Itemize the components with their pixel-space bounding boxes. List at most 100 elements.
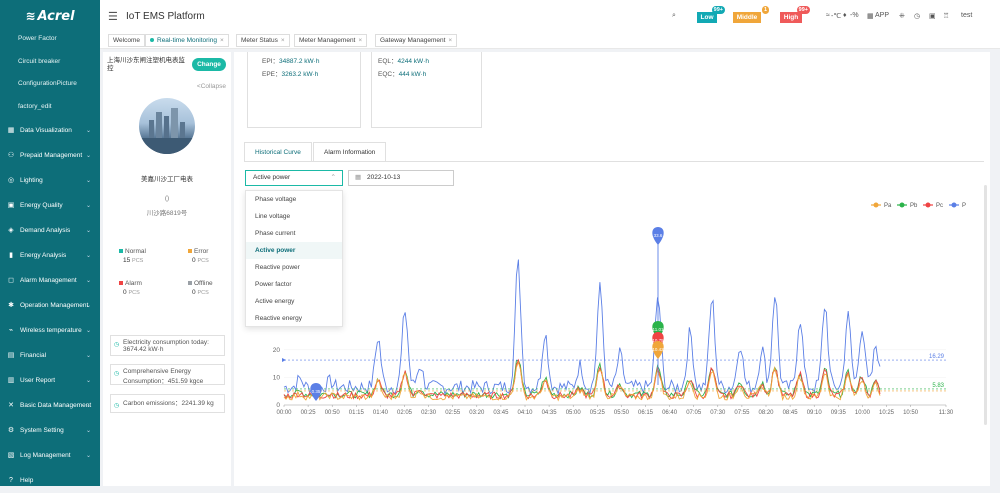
sidebar-item-help[interactable]: ? Help bbox=[0, 468, 100, 493]
scrollbar[interactable] bbox=[984, 185, 987, 425]
sidebar-item-financial[interactable]: ▤ Financial ⌄ bbox=[0, 343, 100, 368]
alarm-badge-middle-label: Middle bbox=[736, 14, 758, 21]
status-dot-icon bbox=[188, 281, 192, 286]
sidebar-item-icon: ✱ bbox=[8, 301, 14, 309]
tab-close-icon[interactable]: × bbox=[220, 37, 224, 44]
status-dot-icon bbox=[119, 281, 123, 286]
chevron-down-icon: ⌄ bbox=[85, 278, 91, 284]
tab-gateway-management[interactable]: Gateway Management × bbox=[375, 34, 458, 47]
company-phone: () bbox=[164, 195, 170, 202]
alarm-badge-low[interactable]: Low 99+ bbox=[697, 6, 725, 23]
tab-meter-management[interactable]: Meter Management × bbox=[294, 34, 368, 47]
chevron-down-icon: ⌄ bbox=[85, 153, 91, 159]
alarm-badge-middle[interactable]: Middle 1 bbox=[733, 6, 769, 23]
leaf-icon: ◷ bbox=[114, 403, 120, 409]
date-picker[interactable]: ▦ 2022-10-13 bbox=[348, 170, 454, 186]
sidebar-item-icon: ◎ bbox=[7, 176, 15, 184]
sidebar-subitem[interactable]: ConfigurationPicture bbox=[0, 73, 100, 96]
page-title: IoT EMS Platform bbox=[126, 10, 205, 22]
energy-card-active: EPI：34887.2 kW·h EPE：3263.2 kW·h bbox=[247, 52, 361, 128]
tab-historical-curve[interactable]: Historical Curve bbox=[244, 142, 312, 162]
hamburger-menu-icon[interactable]: ☰ bbox=[108, 10, 118, 23]
collapse-link[interactable]: <Collapse bbox=[197, 83, 226, 90]
tab-welcome[interactable]: Welcome bbox=[108, 34, 145, 47]
sidebar-menu: ▦ Data Visualization ⌄ ⚇ Prepaid Management ⌄… bbox=[0, 118, 100, 493]
alarm-badge-low-count: 99+ bbox=[711, 6, 725, 14]
device-photo bbox=[139, 98, 195, 154]
sidebar-item-data-visualization[interactable]: ▦ Data Visualization ⌄ bbox=[0, 118, 100, 143]
sidebar-item-user-report[interactable]: ▥ User Report ⌄ bbox=[0, 368, 100, 393]
change-button[interactable]: Change bbox=[192, 58, 226, 71]
dropdown-option[interactable]: Power factor bbox=[246, 276, 342, 293]
dropdown-option[interactable]: Phase current bbox=[246, 225, 342, 242]
chevron-down-icon: ⌄ bbox=[85, 253, 91, 259]
dropdown-option[interactable]: Active energy bbox=[246, 293, 342, 310]
sidebar-item-icon: ◻ bbox=[8, 276, 14, 284]
sidebar-item-energy-analysis[interactable]: ▮ Energy Analysis ⌄ bbox=[0, 243, 100, 268]
dropdown-option[interactable]: Phase voltage bbox=[246, 191, 342, 208]
sidebar-item-basic-data-management[interactable]: ✕ Basic Data Management ⌄ bbox=[0, 393, 100, 418]
parameter-dropdown: Phase voltage Line voltage Phase current Ac… bbox=[245, 190, 343, 327]
stat-offline: Offline 0 PCS bbox=[188, 280, 213, 296]
sidebar-item-prepaid-management[interactable]: ⚇ Prepaid Management ⌄ bbox=[0, 143, 100, 168]
alarm-badge-high[interactable]: High 99+ bbox=[780, 6, 810, 23]
sidebar-item-operation-management[interactable]: ✱ Operation Management ⌄ bbox=[0, 293, 100, 318]
chevron-down-icon: ⌄ bbox=[85, 178, 91, 184]
dropdown-option[interactable]: Reactive energy bbox=[246, 310, 342, 326]
sidebar-item-energy-quality[interactable]: ▣ Energy Quality ⌄ bbox=[0, 193, 100, 218]
sidebar-subitem[interactable]: Power Factor bbox=[0, 28, 100, 51]
sidebar-item-demand-analysis[interactable]: ◈ Demand Analysis ⌄ bbox=[0, 218, 100, 243]
alarm-badge-middle-count: 1 bbox=[761, 6, 769, 14]
sidebar-subitem[interactable]: factory_edit bbox=[0, 96, 100, 119]
stat-alarm: Alarm 0 PCS bbox=[119, 280, 142, 296]
sidebar-item-icon: ▧ bbox=[7, 451, 15, 459]
dropdown-option[interactable]: Line voltage bbox=[246, 208, 342, 225]
stat-normal: Normal 15 PCS bbox=[119, 248, 146, 264]
electricity-consumption-box: ◷ Electricity consumption today: 3674.42… bbox=[110, 335, 225, 356]
stat-unit: PCS bbox=[132, 258, 144, 264]
tab-welcome-label: Welcome bbox=[113, 37, 140, 44]
tab-meter-management-label: Meter Management bbox=[299, 37, 356, 44]
stat-label: Alarm bbox=[125, 280, 142, 287]
sidebar-item-label: User Report bbox=[20, 377, 56, 384]
tab-close-icon[interactable]: × bbox=[358, 37, 362, 44]
sidebar-item-wireless-temperature[interactable]: ⌁ Wireless temperature ⌄ bbox=[0, 318, 100, 343]
chevron-down-icon: ⌄ bbox=[85, 203, 91, 209]
dropdown-option[interactable]: Active power bbox=[246, 242, 342, 259]
stat-label: Normal bbox=[125, 248, 146, 255]
parameter-select[interactable]: Active power ⌃ bbox=[245, 170, 343, 186]
tab-close-icon[interactable]: × bbox=[281, 37, 285, 44]
sidebar-item-icon: ⚇ bbox=[7, 151, 15, 159]
screens-icon[interactable]: ▣ bbox=[929, 12, 936, 20]
status-dot-icon bbox=[119, 249, 123, 254]
device-panel: 上海川沙东闸注塑机电表监控 Change <Collapse 美嘉川沙工厂电表 … bbox=[103, 52, 231, 486]
sidebar-item-system-setting[interactable]: ⚙ System Setting ⌄ bbox=[0, 418, 100, 443]
sidebar-subitem[interactable]: Circuit breaker bbox=[0, 51, 100, 74]
sidebar-item-label: System Setting bbox=[20, 427, 64, 434]
user-name[interactable]: test bbox=[961, 12, 972, 19]
eql-row: EQL：4244 kW·h bbox=[378, 55, 481, 68]
tab-close-icon[interactable]: × bbox=[448, 37, 452, 44]
tab-meter-status[interactable]: Meter Status × bbox=[236, 34, 290, 47]
tab-divider bbox=[244, 161, 984, 162]
sidebar-item-lighting[interactable]: ◎ Lighting ⌄ bbox=[0, 168, 100, 193]
tab-realtime-monitoring[interactable]: Real-time Monitoring × bbox=[145, 34, 229, 47]
stat-error: Error 0 PCS bbox=[188, 248, 209, 264]
sidebar-item-icon: ▥ bbox=[7, 376, 15, 384]
stat-value: 0 bbox=[123, 289, 127, 296]
stat-unit: PCS bbox=[197, 258, 209, 264]
search-icon[interactable]: ⌕ bbox=[672, 12, 676, 20]
clock-icon[interactable]: ◷ bbox=[914, 12, 920, 20]
tab-alarm-information[interactable]: Alarm Information bbox=[313, 142, 387, 162]
device-title: 上海川沙东闸注塑机电表监控 bbox=[107, 57, 185, 72]
app-link[interactable]: APP bbox=[875, 12, 889, 19]
qr-icon[interactable]: ▦ bbox=[867, 12, 874, 20]
status-dot-icon bbox=[188, 249, 192, 254]
sidebar-item-log-management[interactable]: ▧ Log Management ⌄ bbox=[0, 443, 100, 468]
grid-icon[interactable]: ⁜ bbox=[899, 12, 905, 20]
sidebar-item-alarm-management[interactable]: ◻ Alarm Management ⌄ bbox=[0, 268, 100, 293]
shirt-icon[interactable]: ♖ bbox=[943, 12, 949, 20]
comprehensive-energy-text: Comprehensive Energy Consumption：451.59 … bbox=[123, 368, 204, 385]
chevron-down-icon: ⌄ bbox=[85, 328, 91, 334]
dropdown-option[interactable]: Reactive power bbox=[246, 259, 342, 276]
